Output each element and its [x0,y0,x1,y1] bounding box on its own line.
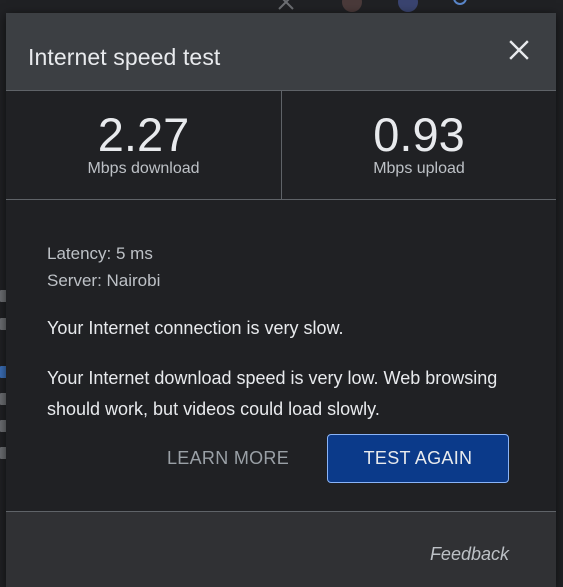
background-search-bar [0,0,563,14]
connection-summary: Your Internet connection is very slow. [47,318,344,338]
clear-icon [276,0,296,12]
upload-speed-value: 0.93 [373,108,465,161]
download-speed-label: Mbps download [87,160,200,177]
dialog-title: Internet speed test [28,44,221,70]
connection-detail: Your Internet download speed is very low… [47,368,498,419]
microphone-icon [342,0,362,12]
download-result: 2.27 Mbps download [6,91,282,199]
upload-result: 0.93 Mbps upload [282,91,556,199]
camera-icon [398,0,418,12]
speed-test-dialog: Internet speed test 2.27 Mbps download 0… [6,13,556,587]
feedback-link[interactable]: Feedback [430,544,509,565]
dialog-body: Latency: 5 ms Server: Nairobi Your Inter… [6,200,556,512]
close-button[interactable] [508,39,530,61]
latency-text: Latency: 5 ms [47,244,153,263]
server-text: Server: Nairobi [47,271,161,290]
speed-results: 2.27 Mbps download 0.93 Mbps upload [6,91,556,200]
search-icon [451,0,471,12]
test-again-button[interactable]: TEST AGAIN [327,434,509,483]
close-icon [509,40,529,60]
download-speed-value: 2.27 [97,108,190,161]
dialog-footer: Feedback [6,512,556,587]
dialog-header: Internet speed test [6,13,556,91]
upload-speed-label: Mbps upload [373,160,465,177]
learn-more-button[interactable]: LEARN MORE [167,448,289,469]
